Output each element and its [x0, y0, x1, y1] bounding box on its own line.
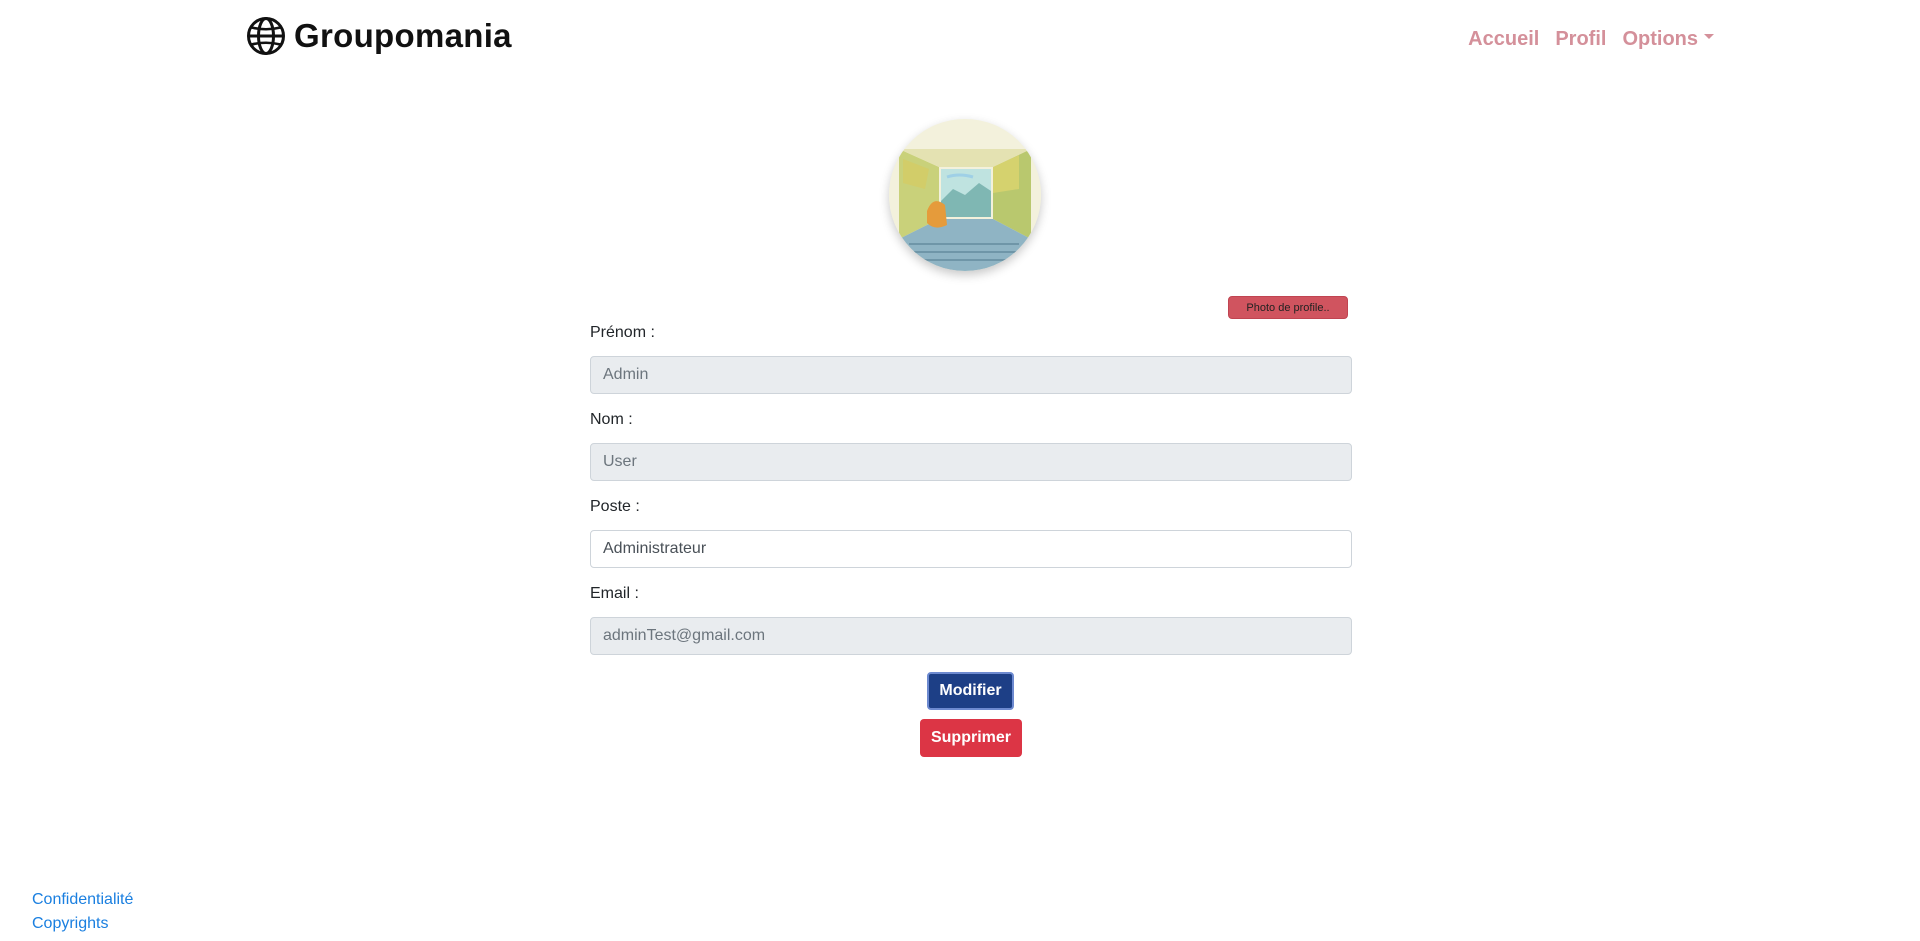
last-name-group: Nom :	[590, 409, 1352, 496]
email-input[interactable]	[590, 617, 1352, 655]
modify-button[interactable]: Modifier	[927, 672, 1014, 710]
profile-avatar	[889, 119, 1041, 271]
navbar: Groupomania Accueil Profil Options	[0, 0, 1920, 80]
position-label: Poste :	[590, 498, 640, 515]
privacy-link[interactable]: Confidentialité	[32, 888, 133, 912]
brand-link[interactable]: Groupomania	[246, 16, 512, 56]
nav-options-dropdown[interactable]: Options	[1622, 28, 1714, 51]
first-name-label: Prénom :	[590, 324, 655, 341]
brand-name: Groupomania	[294, 17, 512, 54]
email-label: Email :	[590, 585, 639, 602]
copyrights-link[interactable]: Copyrights	[32, 912, 133, 936]
main-nav: Accueil Profil Options	[1452, 28, 1714, 51]
email-group: Email :	[590, 583, 1352, 670]
globe-icon	[247, 17, 285, 55]
last-name-input[interactable]	[590, 443, 1352, 481]
position-input[interactable]	[590, 530, 1352, 568]
last-name-label: Nom :	[590, 411, 633, 428]
nav-home-link[interactable]: Accueil	[1468, 28, 1539, 51]
delete-button[interactable]: Supprimer	[920, 719, 1022, 757]
nav-options-label: Options	[1622, 28, 1698, 50]
footer: Confidentialité Copyrights	[32, 888, 133, 936]
photo-upload-button[interactable]: Photo de profile..	[1228, 296, 1348, 319]
position-group: Poste :	[590, 496, 1352, 583]
profile-page: Groupomania Accueil Profil Options Photo…	[0, 0, 1920, 941]
first-name-group: Prénom :	[590, 322, 1352, 409]
profile-form: Prénom : Nom : Poste : Email :	[590, 322, 1352, 670]
caret-down-icon	[1704, 34, 1714, 39]
nav-profile-link[interactable]: Profil	[1555, 28, 1606, 51]
avatar-image	[889, 119, 1041, 271]
first-name-input[interactable]	[590, 356, 1352, 394]
